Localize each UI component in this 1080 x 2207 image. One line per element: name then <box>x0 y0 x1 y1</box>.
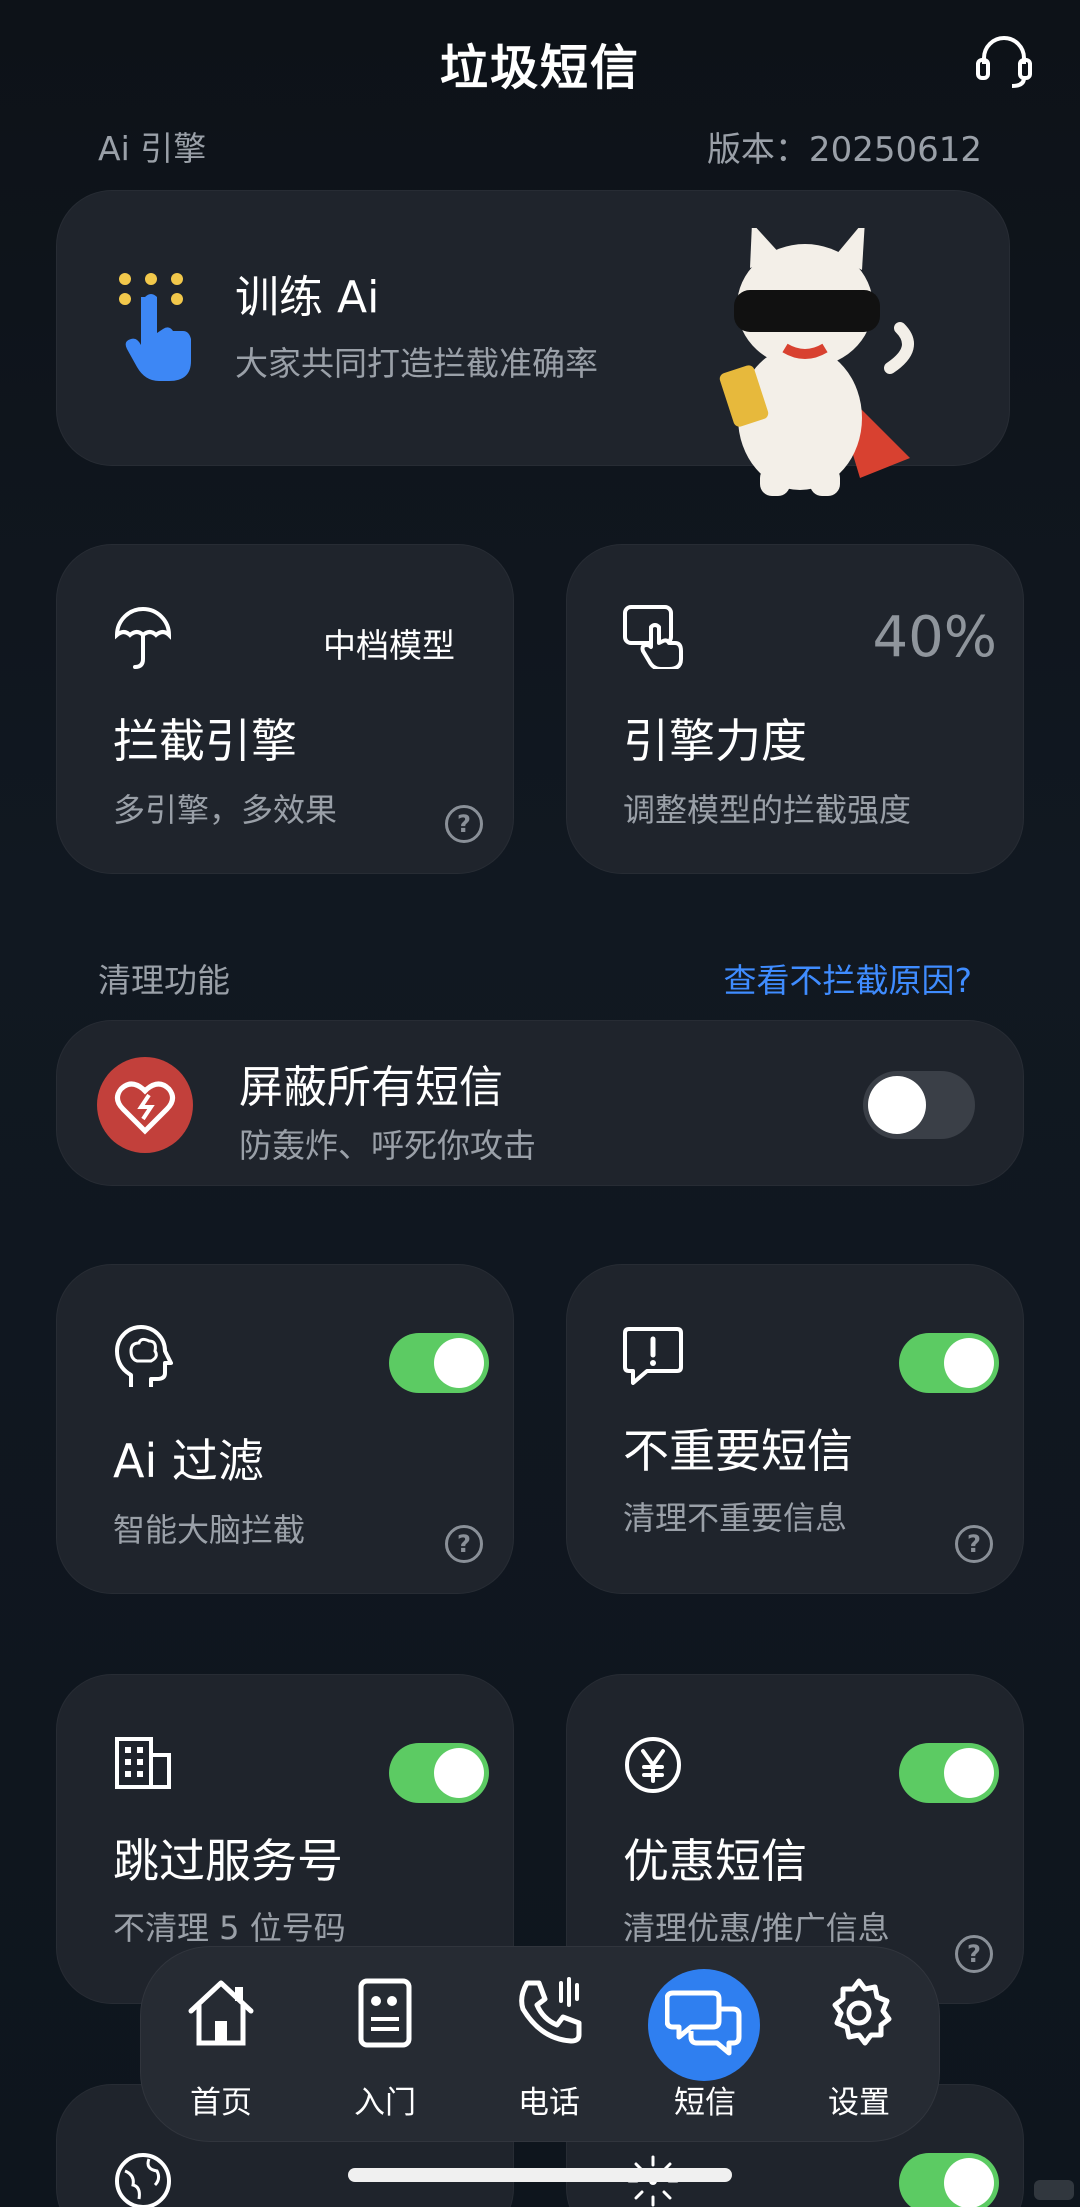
help-icon[interactable]: ? <box>445 805 483 843</box>
tab-messages[interactable]: 短信 <box>625 1947 785 2143</box>
building-icon <box>115 1737 171 1789</box>
alert-message-icon <box>623 1327 683 1385</box>
unimportant-sms-subtitle: 清理不重要信息 <box>623 1499 848 1537</box>
skip-service-toggle[interactable] <box>389 1743 489 1803</box>
train-ai-title: 训练 Ai <box>235 272 380 323</box>
message-icon <box>665 1990 742 2056</box>
page-title: 垃圾短信 <box>439 40 640 96</box>
tab-home-label: 首页 <box>190 2085 252 2121</box>
intercept-engine-title: 拦截引擎 <box>113 714 297 768</box>
version-label: 版本：20250612 <box>706 130 982 170</box>
tap-hand-icon <box>119 273 191 381</box>
block-all-title: 屏蔽所有短信 <box>239 1062 503 1113</box>
tab-phone-label: 电话 <box>518 2085 580 2121</box>
globe-icon <box>115 2153 171 2207</box>
yen-coin-icon <box>625 1737 681 1793</box>
promo-sms-toggle[interactable] <box>899 1743 999 1803</box>
gear-icon <box>832 1978 892 2046</box>
engine-strength-title: 引擎力度 <box>623 714 807 768</box>
clean-section-label: 清理功能 <box>98 961 230 1000</box>
block-all-toggle[interactable] <box>863 1071 975 1139</box>
promo-sms-title: 优惠短信 <box>623 1834 807 1888</box>
help-icon[interactable]: ? <box>955 1525 993 1563</box>
ai-filter-toggle[interactable] <box>389 1333 489 1393</box>
next-card-toggle[interactable] <box>899 2153 999 2207</box>
train-ai-subtitle: 大家共同打造拦截准确率 <box>235 344 598 383</box>
umbrella-icon <box>114 607 172 669</box>
help-icon[interactable]: ? <box>445 1525 483 1563</box>
unimportant-sms-title: 不重要短信 <box>623 1424 853 1478</box>
block-all-card: 屏蔽所有短信 防轰炸、呼死你攻击 <box>56 1020 1024 1186</box>
phone-icon <box>519 1977 582 2044</box>
skip-service-title: 跳过服务号 <box>113 1834 343 1888</box>
bottom-tab-bar: 首页 入门 电话 短信 设置 <box>140 1946 940 2142</box>
cat-mascot-image <box>719 228 914 496</box>
touch-hand-icon <box>623 605 683 669</box>
model-badge: 中档模型 <box>323 626 455 665</box>
ai-filter-title: Ai 过滤 <box>113 1434 264 1488</box>
promo-sms-subtitle: 清理优惠/推广信息 <box>623 1909 890 1947</box>
tab-phone[interactable]: 电话 <box>469 1947 629 2143</box>
ai-filter-subtitle: 智能大脑拦截 <box>113 1511 306 1549</box>
ai-filter-card: Ai 过滤 智能大脑拦截 ? <box>56 1264 514 1594</box>
block-all-subtitle: 防轰炸、呼死你攻击 <box>239 1126 536 1165</box>
tab-guide-label: 入门 <box>354 2085 416 2121</box>
intercept-engine-card[interactable]: 中档模型 拦截引擎 多引擎，多效果 ? <box>56 544 514 874</box>
tab-messages-label: 短信 <box>674 2085 736 2121</box>
why-not-blocked-link[interactable]: 查看不拦截原因? <box>723 954 972 1002</box>
help-icon[interactable]: ? <box>955 1935 993 1973</box>
tab-settings[interactable]: 设置 <box>779 1947 939 2143</box>
engine-section-label: Ai 引擎 <box>98 129 207 168</box>
tab-home[interactable]: 首页 <box>141 1947 301 2143</box>
skip-service-subtitle: 不清理 5 位号码 <box>113 1909 346 1947</box>
intercept-engine-subtitle: 多引擎，多效果 <box>113 791 338 829</box>
tab-settings-label: 设置 <box>828 2085 890 2121</box>
strength-value: 40% <box>872 605 997 670</box>
tab-guide[interactable]: 入门 <box>305 1947 465 2143</box>
brain-head-icon <box>115 1325 173 1387</box>
guide-icon <box>358 1978 412 2048</box>
unimportant-sms-toggle[interactable] <box>899 1333 999 1393</box>
home-indicator[interactable] <box>348 2168 732 2182</box>
home-icon <box>188 1980 254 2046</box>
broken-heart-icon <box>97 1057 193 1153</box>
engine-strength-subtitle: 调整模型的拦截强度 <box>623 791 912 829</box>
watermark-badge <box>1034 2180 1074 2200</box>
unimportant-sms-card: 不重要短信 清理不重要信息 ? <box>566 1264 1024 1594</box>
headset-icon[interactable] <box>972 28 1036 92</box>
engine-strength-card[interactable]: 40% 引擎力度 调整模型的拦截强度 <box>566 544 1024 874</box>
